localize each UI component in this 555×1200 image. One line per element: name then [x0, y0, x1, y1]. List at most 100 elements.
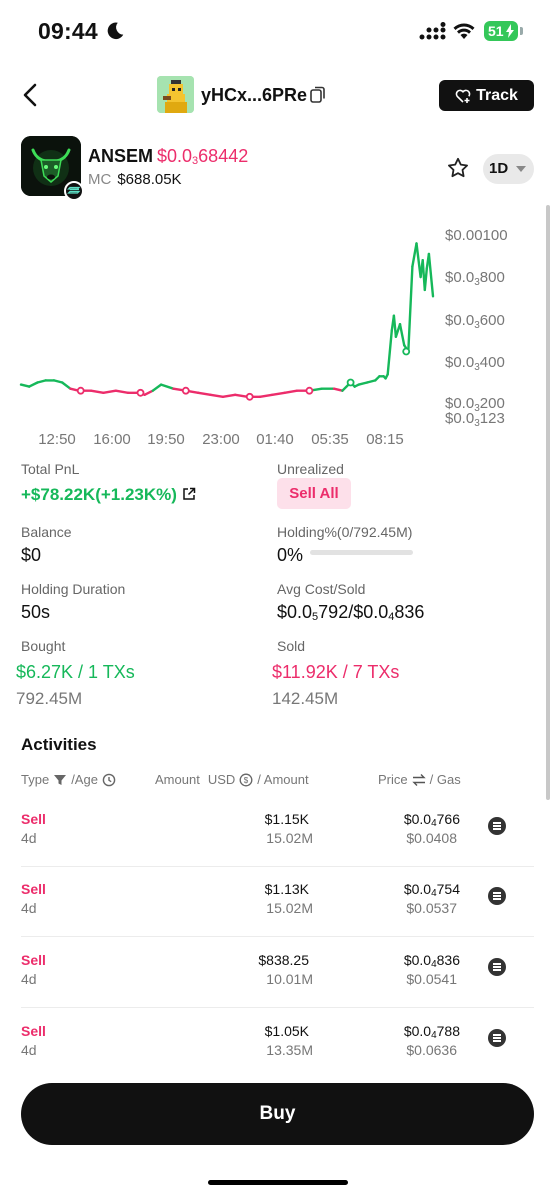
- col-amount-usd[interactable]: USD: [208, 772, 235, 787]
- x-tick-label: 23:00: [202, 431, 240, 448]
- price-chart[interactable]: $0.00100$0.03800$0.03600$0.03400$0.03200…: [0, 220, 555, 450]
- pixel-avatar-icon: [157, 76, 194, 113]
- y-tick-label: $0.03600: [445, 312, 505, 331]
- price-line-segment: [415, 242, 422, 279]
- activity-amount: 15.02M: [266, 830, 313, 846]
- sold-value: $11.92K / 7 TXs: [272, 662, 400, 682]
- activity-price: $0.04788: [403, 1023, 460, 1041]
- col-age: /Age: [71, 772, 98, 787]
- bought: Bought: [21, 638, 65, 654]
- activity-row[interactable]: Sell 4d $1.15K 15.02M $0.04766 $0.0408: [21, 797, 534, 867]
- battery-indicator: 51: [484, 21, 518, 41]
- buy-button[interactable]: Buy: [21, 1083, 534, 1145]
- holding-percent: Holding%(0/792.45M) 0%: [277, 524, 412, 566]
- battery-nub: [520, 27, 523, 35]
- x-tick-label: 01:40: [256, 431, 294, 448]
- activity-gas: $0.0636: [406, 1042, 457, 1058]
- holding-value: 0%: [277, 545, 304, 565]
- activity-age: 4d: [21, 830, 37, 846]
- scrollbar[interactable]: [546, 205, 550, 800]
- swap-icon[interactable]: [411, 773, 426, 787]
- list-icon[interactable]: [488, 958, 506, 976]
- balance: Balance $0: [21, 524, 72, 566]
- market-cap: MC $688.05K: [88, 171, 182, 188]
- list-icon[interactable]: [488, 887, 506, 905]
- activity-price: $0.04836: [403, 952, 460, 970]
- track-button[interactable]: Track: [439, 80, 534, 111]
- clock-icon[interactable]: [102, 773, 116, 787]
- activity-usd: $1.13K: [264, 881, 309, 897]
- activity-amount: 10.01M: [266, 971, 313, 987]
- trade-marker[interactable]: [305, 386, 314, 395]
- trade-marker[interactable]: [136, 388, 145, 397]
- unrealized: Unrealized: [277, 461, 344, 477]
- timeframe-select[interactable]: 1D: [483, 154, 534, 184]
- activity-row[interactable]: Sell 4d $838.25 10.01M $0.04836 $0.0541: [21, 938, 534, 1008]
- dollar-coin-icon[interactable]: $: [239, 773, 253, 787]
- activity-type: Sell: [21, 881, 46, 897]
- x-tick-label: 19:50: [147, 431, 185, 448]
- activity-amount: 15.02M: [266, 900, 313, 916]
- sold-amount: 142.45M: [272, 689, 339, 708]
- mc-label: MC: [88, 171, 112, 188]
- chevron-left-icon[interactable]: [18, 80, 44, 110]
- col-type-age: Type /Age: [21, 772, 116, 787]
- home-indicator[interactable]: [208, 1180, 348, 1185]
- x-tick-label: 16:00: [93, 431, 131, 448]
- sold-label: Sold: [277, 638, 306, 654]
- sell-all-button[interactable]: Sell All: [277, 478, 351, 509]
- external-link-icon[interactable]: [182, 487, 196, 501]
- price-line-segment: [36, 379, 47, 384]
- trade-marker[interactable]: [346, 378, 355, 387]
- activity-gas: $0.0408: [406, 830, 457, 846]
- activity-row[interactable]: Sell 4d $1.13K 15.02M $0.04754 $0.0537: [21, 867, 534, 937]
- price-line-segment: [159, 383, 175, 390]
- solana-badge-icon: [64, 181, 84, 201]
- activity-type: Sell: [21, 1023, 46, 1039]
- holding-label: Holding%(0/792.45M): [277, 524, 413, 540]
- trade-marker[interactable]: [245, 392, 254, 401]
- moon-icon: [107, 22, 124, 40]
- copy-icon[interactable]: [310, 86, 326, 104]
- token-price: $0.0368442: [157, 146, 249, 167]
- activity-row[interactable]: Sell 4d $1.05K 13.35M $0.04788 $0.0636: [21, 1009, 534, 1079]
- trade-marker[interactable]: [76, 386, 85, 395]
- trade-marker[interactable]: [402, 347, 411, 356]
- price-line-segment: [89, 389, 105, 395]
- avg-value: $0.05792/$0.04836: [277, 602, 425, 623]
- price-line-segment: [52, 379, 64, 384]
- price-line-segment: [398, 322, 406, 347]
- list-icon[interactable]: [488, 817, 506, 835]
- activity-usd: $1.05K: [264, 1023, 309, 1039]
- col-price: Price: [378, 772, 408, 787]
- list-icon[interactable]: [488, 1029, 506, 1047]
- unrealized-label: Unrealized: [277, 461, 344, 477]
- svg-text:$: $: [244, 776, 249, 785]
- total-pnl-label: Total PnL: [21, 461, 80, 477]
- y-tick-label: $0.03400: [445, 354, 505, 373]
- filter-icon[interactable]: [53, 773, 67, 787]
- activity-price: $0.04766: [403, 811, 460, 829]
- bought-label: Bought: [21, 638, 66, 654]
- price-line-segment: [332, 387, 344, 392]
- price-line-segment: [357, 381, 369, 386]
- balance-value: $0: [21, 545, 42, 565]
- price-line-segment: [407, 265, 414, 353]
- price-line-segment: [114, 389, 130, 395]
- battery-level: 51: [488, 23, 504, 39]
- activity-type: Sell: [21, 952, 46, 968]
- price-line-segment: [283, 389, 299, 395]
- price-line-segment: [423, 267, 428, 292]
- price-line-segment: [365, 379, 377, 384]
- bought-amount: 792.45M: [16, 689, 83, 708]
- star-icon[interactable]: [446, 156, 470, 180]
- sold-details: $11.92K / 7 TXs 142.45M: [272, 657, 399, 709]
- trade-marker[interactable]: [181, 386, 190, 395]
- price-line-segment: [209, 393, 225, 399]
- x-tick-label: 12:50: [38, 431, 76, 448]
- price-line-segment: [233, 393, 249, 399]
- bought-details: $6.27K / 1 TXs 792.45M: [16, 657, 135, 709]
- track-label: Track: [476, 86, 518, 104]
- x-tick-label: 05:35: [311, 431, 349, 448]
- sold: Sold: [277, 638, 305, 654]
